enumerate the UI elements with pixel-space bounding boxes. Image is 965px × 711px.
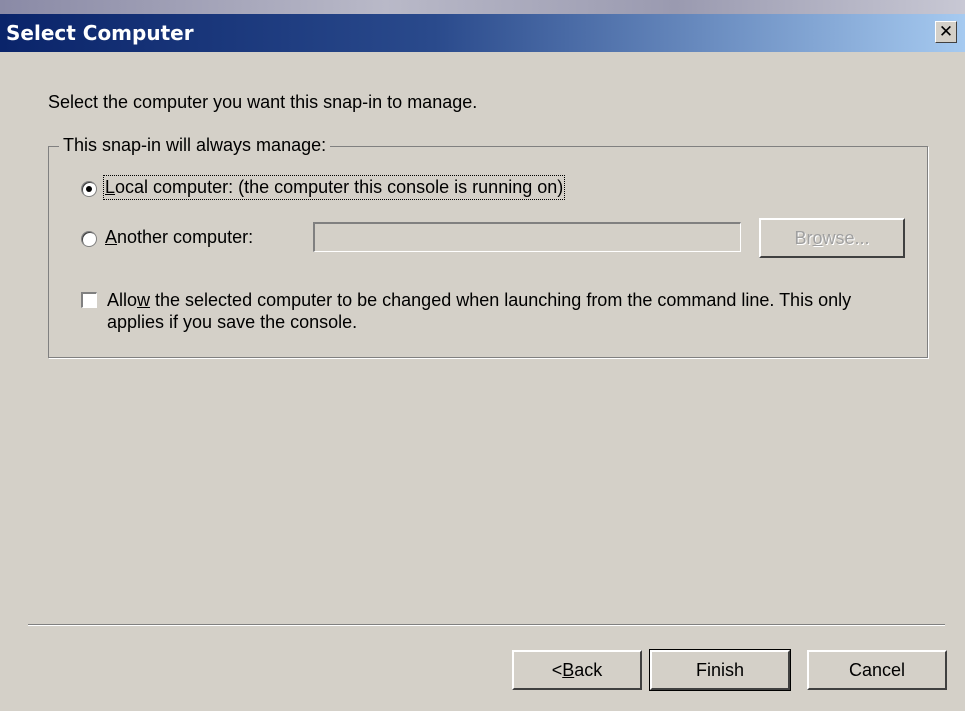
footer-separator xyxy=(28,624,945,626)
another-computer-radio[interactable] xyxy=(81,231,97,247)
title-bar: Select Computer ✕ xyxy=(0,14,965,52)
back-accel: B xyxy=(562,659,575,680)
another-computer-input[interactable] xyxy=(313,222,741,252)
back-label-post: ack xyxy=(574,659,603,680)
local-computer-accel: L xyxy=(105,177,116,197)
manage-groupbox: This snap-in will always manage: Local c… xyxy=(48,135,928,358)
allow-change-checkbox[interactable] xyxy=(81,292,97,308)
another-computer-accel: A xyxy=(105,227,118,247)
browse-label-pre: Br xyxy=(794,227,813,248)
back-button[interactable]: < Back xyxy=(512,650,642,690)
groupbox-legend: This snap-in will always manage: xyxy=(59,135,331,156)
another-computer-label[interactable]: Another computer: xyxy=(105,227,253,248)
allow-accel: w xyxy=(137,290,151,310)
close-icon: ✕ xyxy=(938,21,954,42)
background-window-strip xyxy=(0,0,965,14)
local-computer-label[interactable]: Local computer: (the computer this conso… xyxy=(102,175,566,200)
browse-accel: o xyxy=(812,227,823,248)
allow-label-pre: Allo xyxy=(107,290,138,310)
another-computer-rest: nother computer: xyxy=(117,227,254,247)
back-label-pre: < xyxy=(551,659,563,680)
local-computer-rest: ocal computer: (the computer this consol… xyxy=(115,177,564,197)
finish-button[interactable]: Finish xyxy=(649,649,791,691)
window-title: Select Computer xyxy=(6,21,194,45)
allow-label-post: the selected computer to be changed when… xyxy=(107,290,852,332)
browse-label-post: wse... xyxy=(822,227,870,248)
browse-button[interactable]: Br o wse... xyxy=(759,218,905,258)
close-button[interactable]: ✕ xyxy=(935,21,957,43)
instruction-text: Select the computer you want this snap-i… xyxy=(48,92,478,112)
allow-change-label[interactable]: Allow the selected computer to be change… xyxy=(107,289,907,333)
cancel-button[interactable]: Cancel xyxy=(807,650,947,690)
local-computer-radio[interactable] xyxy=(81,181,97,197)
